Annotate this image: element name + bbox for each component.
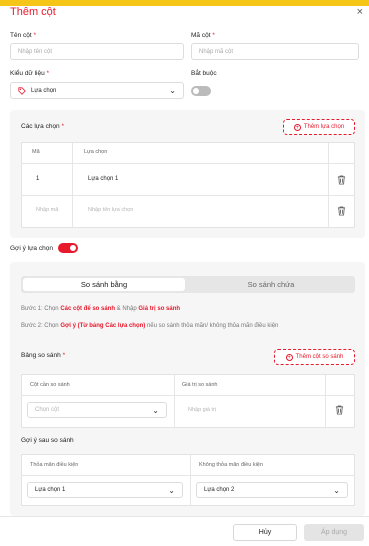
kieu-du-lieu-label: Kiểu dữ liệu * (10, 70, 50, 77)
suggest-label: Gợi ý lựa chọn (10, 245, 53, 252)
col-header-lua-chon: Lựa chọn (84, 149, 108, 155)
choices-label: Các lựa chọn * (21, 123, 65, 130)
kieu-du-lieu-select[interactable]: Lựa chọn ⌄ (10, 82, 184, 99)
compare-table-label: Bảng so sánh * (21, 352, 66, 359)
trash-icon[interactable] (337, 175, 346, 185)
choices-table: Mã Lựa chọn 1 Lựa chọn 1 Nhập mã Nhập tê… (21, 142, 355, 228)
panel-title: Thêm cột (10, 6, 56, 18)
col-header-thoa-man: Thỏa mãn điều kiện (30, 462, 79, 468)
step-2-text: Bước 2: Chọn Gợi ý (Từ bảng Các lựa chọn… (21, 323, 279, 329)
chevron-down-icon: ⌄ (168, 485, 175, 495)
tab-so-sanh-bang[interactable]: So sánh bằng (23, 278, 185, 291)
ten-cot-input[interactable]: Nhập tên cột (10, 43, 184, 60)
plus-circle-icon: + (293, 123, 301, 131)
after-compare-table: Thỏa mãn điều kiện Không thỏa mãn điều k… (21, 454, 355, 506)
new-choice-ma-input[interactable]: Nhập mã (36, 207, 58, 213)
trash-icon[interactable] (337, 206, 346, 216)
cancel-button[interactable]: Hủy (233, 524, 297, 541)
apply-button[interactable]: Áp dụng (304, 524, 364, 541)
compare-value-input[interactable]: Nhập giá trị (188, 407, 216, 413)
compare-mode-tabs: So sánh bằng So sánh chứa (21, 276, 355, 293)
step-1-text: Bước 1: Chọn Các cột để so sánh & Nhập G… (21, 306, 181, 312)
new-choice-label-input[interactable]: Nhập tên lựa chọn (88, 207, 133, 213)
ma-cot-label: Mã cột * (191, 32, 215, 39)
footer-bar: Hủy Áp dụng (0, 516, 369, 546)
chevron-down-icon: ⌄ (169, 86, 176, 95)
add-compare-column-button[interactable]: + Thêm cột so sánh (274, 349, 355, 365)
match-select[interactable]: Lựa chọn 1 ⌄ (27, 482, 183, 498)
col-header-cot-can-so-sanh: Cột cần so sánh (30, 382, 70, 388)
close-icon[interactable]: × (357, 6, 363, 18)
col-header-ma: Mã (32, 149, 40, 155)
add-column-panel: Thêm cột × Tên cột * Nhập tên cột Mã cột… (0, 6, 369, 546)
bat-buoc-label: Bắt buộc (191, 70, 217, 77)
chevron-down-icon: ⌄ (152, 405, 159, 415)
add-choice-button[interactable]: + Thêm lựa chọn (283, 119, 355, 135)
compare-table: Cột cần so sánh Giá trị so sánh Chọn cột… (21, 374, 355, 428)
col-header-khong-thoa-man: Không thỏa mãn điều kiện (199, 462, 263, 468)
chevron-down-icon: ⌄ (333, 485, 340, 495)
trash-icon[interactable] (335, 405, 344, 415)
suggest-toggle[interactable] (58, 243, 78, 253)
bat-buoc-toggle[interactable] (191, 86, 211, 96)
col-header-gia-tri-so-sanh: Giá trị so sánh (182, 382, 218, 388)
tab-so-sanh-chua[interactable]: So sánh chứa (189, 278, 353, 291)
after-compare-label: Gợi ý sau so sánh (21, 437, 74, 444)
no-match-select[interactable]: Lựa chọn 2 ⌄ (196, 482, 348, 498)
choice-row-ma: 1 (36, 176, 40, 182)
ma-cot-input[interactable]: Nhập mã cột (191, 43, 359, 60)
compare-column-select[interactable]: Chọn cột ⌄ (27, 402, 167, 418)
ten-cot-label: Tên cột * (10, 32, 37, 39)
plus-circle-icon: + (285, 353, 293, 361)
tag-icon (18, 86, 26, 95)
choice-row-label: Lựa chọn 1 (88, 176, 119, 182)
